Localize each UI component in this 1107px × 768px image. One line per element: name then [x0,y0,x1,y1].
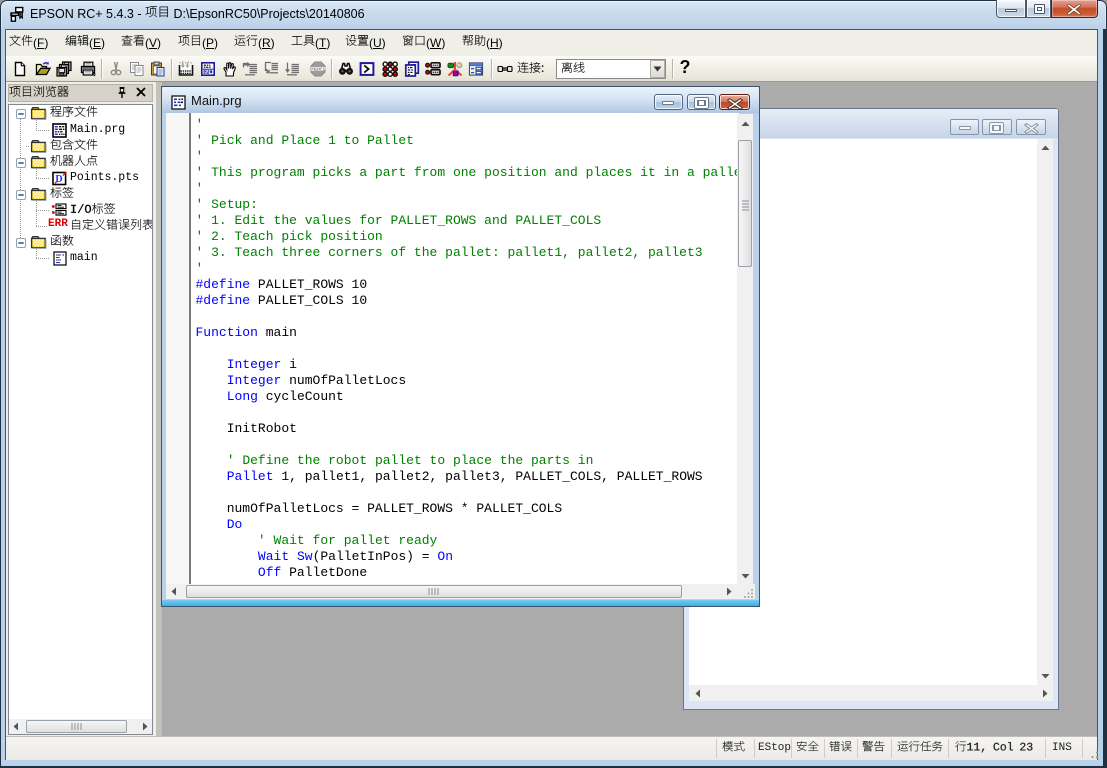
svg-text:STOP: STOP [310,67,325,73]
svg-text:D: D [55,174,62,185]
